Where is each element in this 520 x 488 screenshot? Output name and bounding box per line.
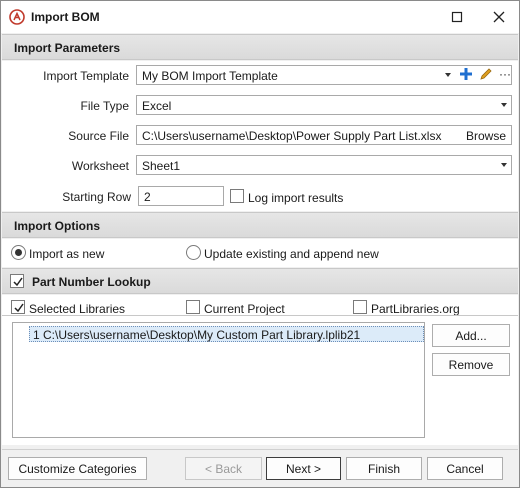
next-button[interactable]: Next > [266,457,341,480]
import-parameters-panel: Import Template My BOM Import Template ·… [2,61,518,211]
selected-libraries-checkbox[interactable] [11,300,25,314]
log-import-label: Log import results [248,191,344,205]
update-existing-label: Update existing and append new [204,247,379,261]
part-number-lookup-checkbox[interactable] [10,274,24,288]
title-bar[interactable]: Import BOM [1,1,519,33]
add-template-icon[interactable] [459,67,473,84]
worksheet-value: Sheet1 [142,159,181,173]
browse-button[interactable]: Browse [466,129,506,143]
close-icon [493,11,505,23]
selected-libraries-label: Selected Libraries [29,302,126,316]
window-title: Import BOM [31,10,100,24]
finish-button[interactable]: Finish [346,457,422,480]
import-as-new-radio[interactable] [11,245,26,260]
source-file-input[interactable]: C:\Users\username\Desktop\Power Supply P… [136,125,512,145]
chevron-down-icon [501,103,507,107]
maximize-icon [451,11,463,23]
starting-row-label: Starting Row [62,190,131,204]
app-logo-icon [9,9,25,25]
current-project-checkbox[interactable] [186,300,200,314]
import-options-header: Import Options [2,212,518,238]
checkmark-icon [14,303,24,313]
import-bom-dialog: Import BOM Import Parameters Import Temp… [0,0,520,488]
import-parameters-header: Import Parameters [2,34,518,60]
checkmark-icon [13,277,23,287]
chevron-down-icon [501,163,507,167]
edit-template-icon[interactable] [479,67,493,84]
file-type-label: File Type [80,99,129,113]
cancel-button[interactable]: Cancel [427,457,503,480]
part-number-lookup-header: Part Number Lookup [2,268,518,294]
add-library-button[interactable]: Add... [432,324,510,347]
more-options-icon[interactable]: ··· [499,67,511,81]
file-type-value: Excel [142,99,172,113]
partlibraries-org-checkbox[interactable] [353,300,367,314]
chevron-down-icon [445,73,451,77]
customize-categories-button[interactable]: Customize Categories [8,457,147,480]
starting-row-input[interactable]: 2 [138,186,224,206]
import-template-value: My BOM Import Template [142,69,278,83]
close-button[interactable] [484,5,514,29]
remove-library-button[interactable]: Remove [432,353,510,376]
import-as-new-label: Import as new [29,247,105,261]
worksheet-label: Worksheet [71,159,129,173]
source-file-label: Source File [68,129,129,143]
library-list[interactable]: 1 C:\Users\username\Desktop\My Custom Pa… [12,322,425,438]
log-import-checkbox[interactable] [230,189,244,203]
import-template-select[interactable]: My BOM Import Template ··· [136,65,512,85]
maximize-button[interactable] [442,5,472,29]
import-template-label: Import Template [43,69,129,83]
starting-row-value: 2 [144,190,151,204]
list-item[interactable]: 1 C:\Users\username\Desktop\My Custom Pa… [29,326,424,342]
current-project-label: Current Project [204,302,285,316]
source-file-value: C:\Users\username\Desktop\Power Supply P… [142,129,442,143]
worksheet-select[interactable]: Sheet1 [136,155,512,175]
partlibraries-org-label: PartLibraries.org [371,302,460,316]
back-button[interactable]: < Back [185,457,262,480]
file-type-select[interactable]: Excel [136,95,512,115]
import-options-panel: Import as new Update existing and append… [2,239,518,267]
update-existing-radio[interactable] [186,245,201,260]
divider [2,315,518,316]
radio-selected-dot [15,249,22,256]
